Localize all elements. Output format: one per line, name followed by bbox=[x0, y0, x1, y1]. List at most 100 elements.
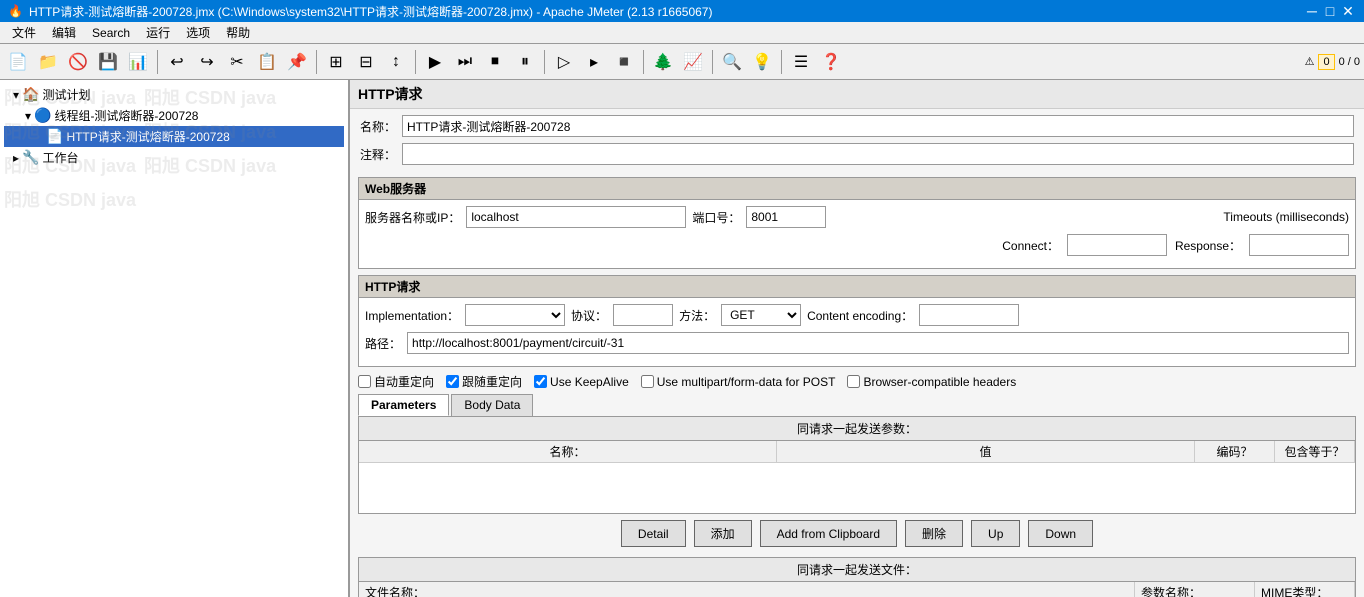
params-table: 同请求一起发送参数： 名称： 值 编码？ 包含等于？ bbox=[358, 416, 1356, 514]
title-text: HTTP请求-测试熔断器-200728.jmx (C:\Windows\syst… bbox=[29, 3, 713, 20]
col-encode: 编码？ bbox=[1195, 441, 1275, 462]
save-as-button[interactable]: 📊 bbox=[124, 48, 152, 76]
response-input[interactable] bbox=[1249, 234, 1349, 256]
keep-alive-label[interactable]: Use KeepAlive bbox=[534, 375, 629, 389]
function-helper-button[interactable]: 💡 bbox=[748, 48, 776, 76]
down-button[interactable]: Down bbox=[1028, 520, 1093, 547]
open-button[interactable]: 📁 bbox=[34, 48, 62, 76]
start-button[interactable]: ▶ bbox=[421, 48, 449, 76]
menu-file[interactable]: 文件 bbox=[4, 22, 44, 43]
multipart-checkbox[interactable] bbox=[641, 375, 654, 388]
add-from-clipboard-button[interactable]: Add from Clipboard bbox=[760, 520, 897, 547]
collapse-button[interactable]: ⊟ bbox=[352, 48, 380, 76]
menu-help[interactable]: 帮助 bbox=[218, 22, 258, 43]
tree-area: ▾ 🏠 测试计划 ▾ 🔵 线程组-测试熔断器-200728 📄 HTTP请求-测… bbox=[0, 80, 348, 172]
browser-compat-label[interactable]: Browser-compatible headers bbox=[847, 375, 1016, 389]
toggle-button[interactable]: ↕ bbox=[382, 48, 410, 76]
tab-body-data[interactable]: Body Data bbox=[451, 394, 533, 416]
name-row: 名称： bbox=[360, 115, 1354, 137]
add-button[interactable]: 添加 bbox=[694, 520, 752, 547]
menu-search[interactable]: Search bbox=[84, 22, 138, 43]
close-button[interactable]: ✕ bbox=[1340, 3, 1356, 19]
files-column-headers: 文件名称： 参数名称： MIME类型： bbox=[359, 582, 1355, 597]
response-label: Response： bbox=[1175, 237, 1241, 254]
menu-run[interactable]: 运行 bbox=[138, 22, 178, 43]
warning-icon: ⚠ bbox=[1305, 55, 1315, 68]
maximize-button[interactable]: □ bbox=[1322, 3, 1338, 19]
shutdown-button[interactable]: ⏸ bbox=[511, 48, 539, 76]
paste-button[interactable]: 📌 bbox=[283, 48, 311, 76]
protocol-input[interactable] bbox=[613, 304, 673, 326]
results-aggregate-button[interactable]: 📈 bbox=[679, 48, 707, 76]
remote-start-all-button[interactable]: ▸ bbox=[580, 48, 608, 76]
delete-button[interactable]: 删除 bbox=[905, 520, 963, 547]
thread-group-icon: 🔵 bbox=[34, 107, 51, 124]
expand-button[interactable]: ⊞ bbox=[322, 48, 350, 76]
stop-button[interactable]: ⏹ bbox=[481, 48, 509, 76]
start-no-pause-button[interactable]: ⏭ bbox=[451, 48, 479, 76]
method-select[interactable]: GET POST PUT DELETE bbox=[721, 304, 801, 326]
follow-redirect-label[interactable]: 跟随重定向 bbox=[446, 373, 522, 390]
name-input[interactable] bbox=[402, 115, 1354, 137]
tree-expand-test-plan[interactable]: ▾ bbox=[10, 88, 22, 102]
encoding-input[interactable] bbox=[919, 304, 1019, 326]
multipart-label[interactable]: Use multipart/form-data for POST bbox=[641, 375, 836, 389]
redo-button[interactable]: ↪ bbox=[193, 48, 221, 76]
menu-options[interactable]: 选项 bbox=[178, 22, 218, 43]
cut-button[interactable]: ✂ bbox=[223, 48, 251, 76]
toolbar-separator-3 bbox=[415, 50, 416, 74]
remote-start-button[interactable]: ▷ bbox=[550, 48, 578, 76]
path-input[interactable] bbox=[407, 332, 1349, 354]
tree-label-work-bench: 工作台 bbox=[42, 149, 78, 166]
menu-edit[interactable]: 编辑 bbox=[44, 22, 84, 43]
help-button[interactable]: ❓ bbox=[817, 48, 845, 76]
remote-stop-button[interactable]: ◾ bbox=[610, 48, 638, 76]
col-name: 名称： bbox=[359, 441, 777, 462]
right-panel: HTTP请求 名称： 注释： Web服务器 服务器名称或IP： bbox=[350, 80, 1364, 597]
col-filename: 文件名称： bbox=[359, 582, 1135, 597]
minimize-button[interactable]: ─ bbox=[1304, 3, 1320, 19]
search-button[interactable]: 🔍 bbox=[718, 48, 746, 76]
server-input[interactable] bbox=[466, 206, 686, 228]
results-tree-button[interactable]: 🌲 bbox=[649, 48, 677, 76]
clear-button[interactable]: ☰ bbox=[787, 48, 815, 76]
keep-alive-text: Use KeepAlive bbox=[550, 375, 629, 389]
auto-redirect-checkbox[interactable] bbox=[358, 375, 371, 388]
path-label: 路径： bbox=[365, 335, 401, 352]
tree-expand-work-bench[interactable]: ▸ bbox=[10, 151, 22, 165]
col-include: 包含等于？ bbox=[1275, 441, 1355, 462]
follow-redirect-checkbox[interactable] bbox=[446, 375, 459, 388]
auto-redirect-label[interactable]: 自动重定向 bbox=[358, 373, 434, 390]
tree-node-work-bench[interactable]: ▸ 🔧 工作台 bbox=[4, 147, 344, 168]
detail-button[interactable]: Detail bbox=[621, 520, 686, 547]
connect-input[interactable] bbox=[1067, 234, 1167, 256]
test-plan-icon: 🏠 bbox=[22, 86, 39, 103]
comment-label: 注释： bbox=[360, 146, 396, 163]
tab-parameters[interactable]: Parameters bbox=[358, 394, 449, 416]
col-value: 值 bbox=[777, 441, 1195, 462]
error-button[interactable]: 🚫 bbox=[64, 48, 92, 76]
comment-input[interactable] bbox=[402, 143, 1354, 165]
tree-expand-thread-group[interactable]: ▾ bbox=[22, 109, 34, 123]
toolbar-separator-6 bbox=[712, 50, 713, 74]
new-button[interactable]: 📄 bbox=[4, 48, 32, 76]
tree-label-test-plan: 测试计划 bbox=[42, 86, 90, 103]
toolbar-separator-5 bbox=[643, 50, 644, 74]
tree-node-test-plan[interactable]: ▾ 🏠 测试计划 bbox=[4, 84, 344, 105]
web-server-section: Web服务器 服务器名称或IP： 端口号： Timeouts (millisec… bbox=[358, 177, 1356, 269]
save-button[interactable]: 💾 bbox=[94, 48, 122, 76]
work-bench-icon: 🔧 bbox=[22, 149, 39, 166]
http-request-icon: 📄 bbox=[46, 128, 63, 145]
keep-alive-checkbox[interactable] bbox=[534, 375, 547, 388]
implementation-select[interactable]: HttpClient4 Java bbox=[465, 304, 565, 326]
tree-node-thread-group[interactable]: ▾ 🔵 线程组-测试熔断器-200728 bbox=[4, 105, 344, 126]
up-button[interactable]: Up bbox=[971, 520, 1020, 547]
port-input[interactable] bbox=[746, 206, 826, 228]
browser-compat-checkbox[interactable] bbox=[847, 375, 860, 388]
http-request-label: HTTP请求 bbox=[359, 276, 1355, 298]
tree-node-http-request[interactable]: 📄 HTTP请求-测试熔断器-200728 bbox=[4, 126, 344, 147]
undo-button[interactable]: ↩ bbox=[163, 48, 191, 76]
browser-compat-text: Browser-compatible headers bbox=[863, 375, 1016, 389]
copy-button[interactable]: 📋 bbox=[253, 48, 281, 76]
left-panel: 阳旭 CSDN java 阳旭 CSDN java 阳旭 CSDN java 阳… bbox=[0, 80, 350, 597]
